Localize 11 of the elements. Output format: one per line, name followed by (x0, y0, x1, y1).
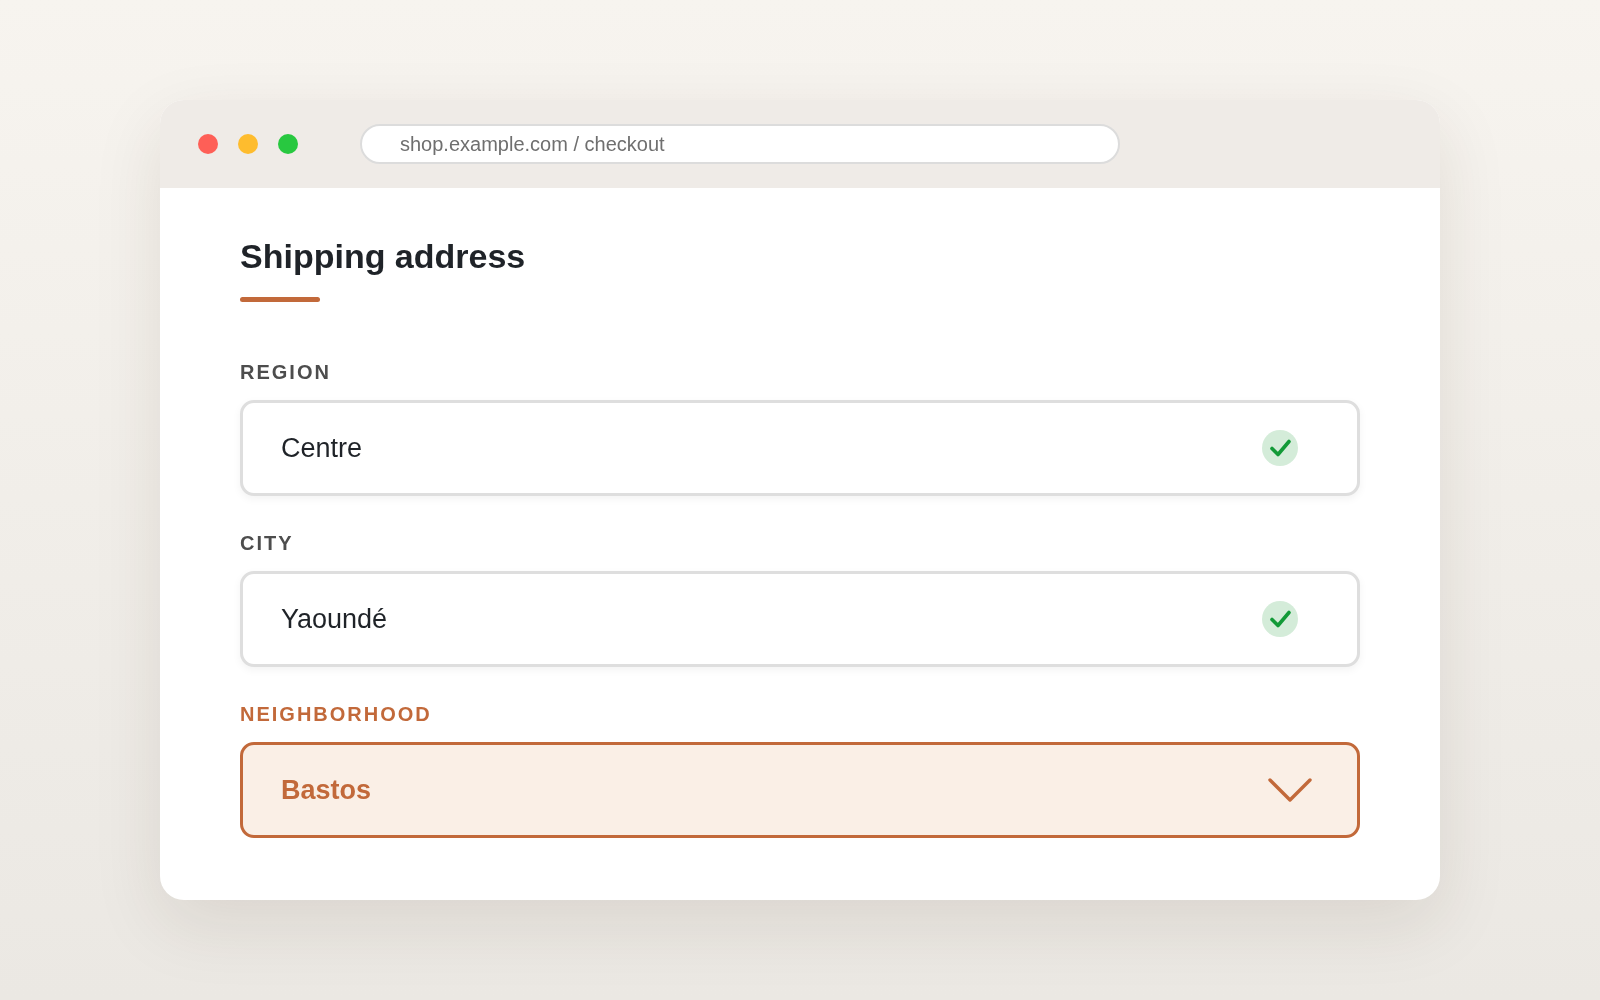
text-field[interactable]: Centre (240, 400, 1360, 496)
text-field[interactable]: Yaoundé (240, 571, 1360, 667)
page-heading: Shipping address (240, 236, 526, 277)
field-label: NEIGHBORHOOD (240, 702, 432, 726)
field-label: CITY (240, 531, 294, 555)
field-label: REGION (240, 360, 331, 384)
minimize-button[interactable] (238, 134, 258, 154)
address-bar[interactable]: shop.example.com / checkout (360, 124, 1120, 164)
chevron-down-icon (1268, 778, 1312, 802)
maximize-button[interactable] (278, 134, 298, 154)
close-button[interactable] (198, 134, 218, 154)
